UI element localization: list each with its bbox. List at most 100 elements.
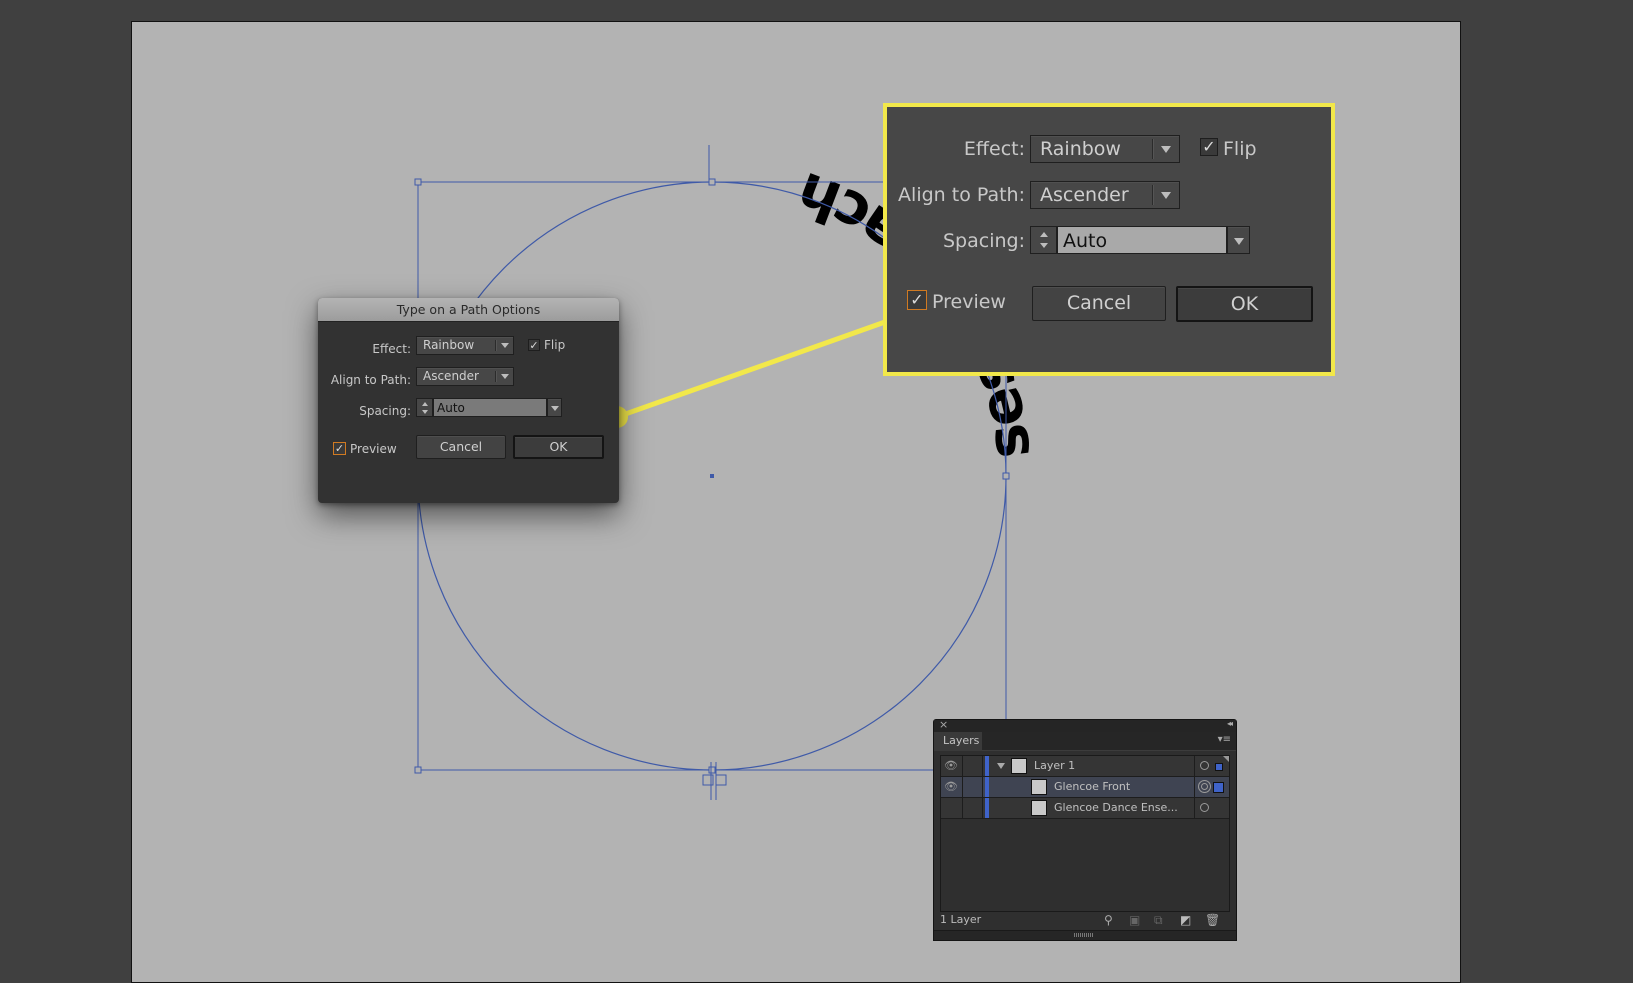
callout-cancel-label: Cancel [1066, 292, 1132, 314]
eye-icon: 👁 [944, 759, 958, 772]
callout-spacing-value: Auto [1063, 230, 1108, 252]
close-icon[interactable]: × [939, 718, 948, 731]
layers-list: 👁 Layer 1 👁 Glencoe Front Glencoe Dance … [940, 755, 1230, 912]
visibility-toggle[interactable] [941, 798, 963, 818]
handle-top-center[interactable] [708, 178, 716, 186]
layer-count: 1 Layer [940, 913, 982, 926]
flip-label[interactable]: Flip [544, 338, 565, 352]
callout-spacing-label: Spacing: [943, 230, 1025, 252]
zoomed-callout: Effect: Rainbow ✓ Flip Align to Path: As… [883, 103, 1335, 376]
handle-top-left[interactable] [414, 178, 422, 186]
layer-thumbnail [1031, 800, 1047, 816]
chevron-down-icon [501, 374, 509, 379]
type-on-path-options-dialog: Type on a Path Options Effect: Rainbow ✓… [318, 298, 619, 503]
lock-toggle[interactable] [962, 798, 983, 818]
align-to-path-label: Align to Path: [330, 373, 411, 387]
target-circle-icon[interactable] [1200, 761, 1209, 770]
preview-label[interactable]: Preview [350, 442, 397, 456]
layer-color-bar [985, 777, 989, 797]
target-circle-icon[interactable] [1198, 780, 1211, 793]
stepper-down-icon[interactable] [421, 410, 428, 414]
effect-select[interactable]: Rainbow [416, 336, 514, 355]
callout-align-select: Ascender [1030, 181, 1180, 209]
grip-bars [1074, 933, 1094, 937]
chevron-down-icon [1234, 238, 1244, 245]
handle-bottom-center[interactable] [708, 766, 716, 774]
canvas-layer: ses $5 Each [414, 145, 1044, 800]
target-circle-icon[interactable] [1200, 803, 1209, 812]
target-column[interactable] [1194, 777, 1229, 797]
align-to-path-select[interactable]: Ascender [416, 367, 514, 386]
annotation-connector-line [616, 319, 886, 420]
resize-grip[interactable] [934, 930, 1236, 940]
disclosure-triangle-icon[interactable] [997, 763, 1005, 769]
target-column[interactable] [1194, 798, 1229, 818]
lock-toggle[interactable] [962, 756, 983, 776]
layer-thumbnail [1011, 758, 1027, 774]
ok-button[interactable]: OK [513, 435, 604, 459]
callout-effect-select: Rainbow [1030, 135, 1180, 163]
layer-row[interactable]: Glencoe Dance Ense... [941, 798, 1229, 819]
tab-layers[interactable]: Layers [934, 732, 982, 751]
stepper-down-icon [1039, 243, 1048, 248]
eye-icon: 👁 [944, 780, 958, 793]
effect-label: Effect: [372, 342, 411, 356]
locate-object-icon[interactable]: ⚲ [1104, 913, 1113, 927]
handle-bottom-left[interactable] [414, 766, 422, 774]
spacing-input[interactable]: Auto [433, 398, 547, 417]
layer-name[interactable]: Layer 1 [1034, 756, 1075, 776]
callout-spacing-stepper [1030, 226, 1057, 254]
callout-preview-checkbox: ✓ [907, 290, 927, 310]
callout-cancel-button: Cancel [1032, 286, 1166, 321]
make-clipping-mask-icon[interactable]: ▣ [1129, 913, 1140, 927]
layer-row[interactable]: 👁 Layer 1 [941, 756, 1229, 777]
visibility-toggle[interactable]: 👁 [941, 756, 963, 776]
stepper-up-icon[interactable] [421, 402, 428, 406]
callout-ok-button: OK [1176, 286, 1313, 322]
select-divider [495, 371, 497, 382]
select-divider [1152, 185, 1154, 205]
callout-effect-label: Effect: [963, 138, 1025, 160]
callout-effect-value: Rainbow [1040, 138, 1121, 160]
stepper-up-icon [1039, 232, 1048, 237]
spacing-input-value: Auto [437, 401, 465, 415]
spacing-stepper[interactable] [416, 398, 433, 417]
cancel-button-label: Cancel [439, 439, 483, 454]
corner-marker-icon [1223, 756, 1229, 762]
layer-color-bar [985, 798, 989, 818]
effect-select-value: Rainbow [423, 338, 475, 352]
collapse-panel-icon[interactable]: ◂◂ [1227, 719, 1233, 728]
layer-name[interactable]: Glencoe Dance Ense... [1054, 798, 1178, 818]
callout-align-value: Ascender [1040, 184, 1129, 206]
layer-row[interactable]: 👁 Glencoe Front [941, 777, 1229, 798]
selection-indicator-icon [1215, 763, 1223, 771]
spacing-dropdown-button[interactable] [547, 398, 562, 417]
trash-icon[interactable]: 🗑 [1205, 913, 1220, 927]
layer-name[interactable]: Glencoe Front [1054, 777, 1130, 797]
callout-flip-label: Flip [1223, 138, 1257, 160]
flip-checkbox[interactable]: ✓ [528, 339, 540, 351]
visibility-toggle[interactable]: 👁 [941, 777, 963, 797]
select-divider [495, 340, 497, 351]
create-sublayer-icon[interactable]: ⧉ [1154, 913, 1163, 928]
layer-thumbnail [1031, 779, 1047, 795]
cancel-button[interactable]: Cancel [416, 435, 506, 459]
chevron-down-icon [501, 343, 509, 348]
ok-button-label: OK [549, 439, 568, 454]
callout-align-label: Align to Path: [898, 184, 1025, 206]
create-new-layer-icon[interactable]: ◩ [1180, 913, 1191, 927]
chevron-down-icon [1161, 192, 1171, 199]
align-to-path-select-value: Ascender [423, 369, 479, 383]
select-divider [1152, 139, 1154, 159]
dialog-title: Type on a Path Options [318, 298, 619, 322]
lock-toggle[interactable] [962, 777, 983, 797]
preview-checkbox[interactable]: ✓ [333, 442, 346, 455]
panel-titlebar[interactable]: × ◂◂ [934, 718, 1236, 732]
center-point [710, 474, 714, 478]
panel-menu-icon[interactable]: ▾≡ [1218, 734, 1231, 745]
spacing-label: Spacing: [359, 404, 411, 418]
selection-indicator-icon [1213, 782, 1224, 793]
handle-right-middle[interactable] [1002, 472, 1010, 480]
callout-flip-checkbox: ✓ [1200, 138, 1218, 156]
callout-preview-label: Preview [932, 291, 1006, 313]
